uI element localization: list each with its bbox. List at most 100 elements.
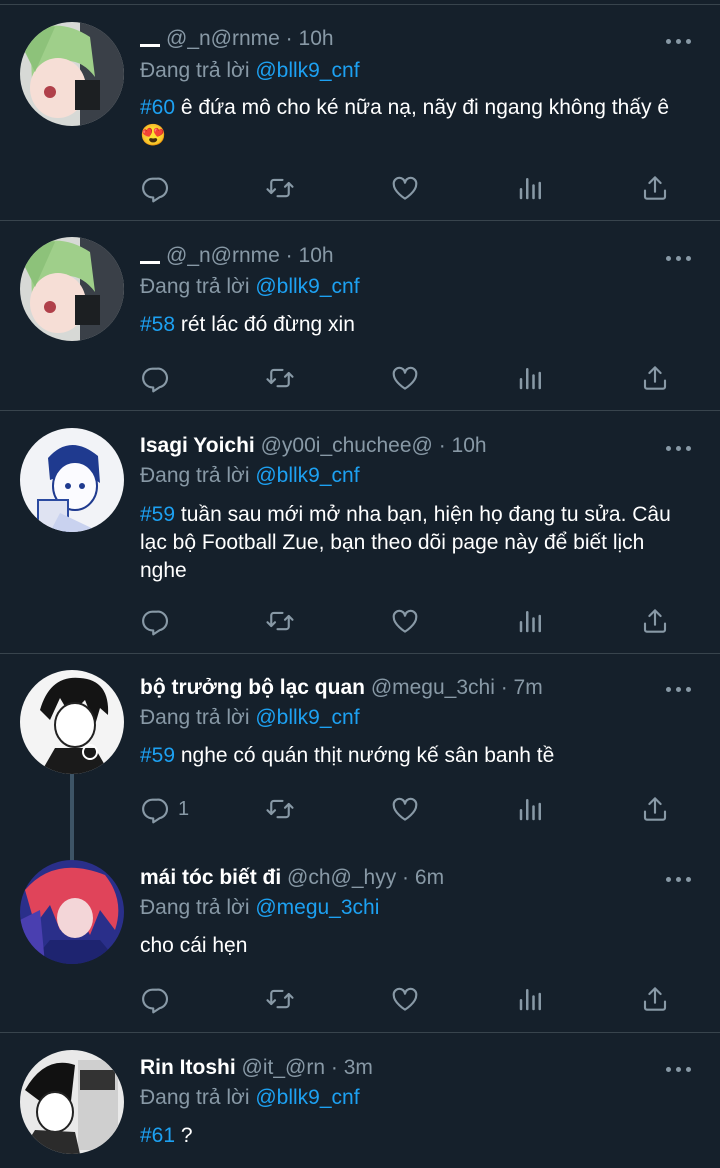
mention-link[interactable]: @bllk9_cnf (255, 275, 359, 298)
hashtag-link[interactable]: #61 (140, 1124, 175, 1147)
display-name[interactable]: Isagi Yoichi (140, 434, 255, 457)
tweet[interactable]: Isagi Yoichi @y00i_chuchee@ · 10h Đang t… (0, 411, 720, 654)
analytics-button[interactable] (516, 601, 546, 641)
reply-button[interactable] (140, 168, 178, 208)
retweet-button[interactable] (265, 979, 295, 1019)
retweet-icon (265, 363, 295, 393)
like-button[interactable] (390, 979, 420, 1019)
retweet-button[interactable] (265, 601, 295, 641)
tweet-body: nghe có quán thịt nướng kế sân banh tề (175, 744, 555, 767)
reply-context: Đang trả lời @bllk9_cnf (140, 273, 360, 301)
analytics-button[interactable] (516, 168, 546, 208)
more-icon[interactable] (666, 684, 692, 694)
analytics-icon (516, 606, 546, 636)
like-icon (390, 606, 420, 636)
hashtag-link[interactable]: #58 (140, 313, 175, 336)
like-button[interactable] (390, 789, 420, 829)
mention-link[interactable]: @bllk9_cnf (255, 59, 359, 82)
avatar[interactable] (20, 22, 124, 126)
share-button[interactable] (640, 168, 670, 208)
replying-to-label: Đang trả lời (140, 275, 250, 298)
hashtag-link[interactable]: #60 (140, 96, 175, 119)
tweet[interactable]: Rin Itoshi @it_@rn · 3m Đang trả lời @bl… (0, 1033, 720, 1168)
retweet-button[interactable] (265, 789, 295, 829)
analytics-icon (516, 984, 546, 1014)
share-button[interactable] (640, 601, 670, 641)
timestamp[interactable]: 6m (415, 866, 444, 889)
hashtag-link[interactable]: #59 (140, 503, 175, 526)
display-name[interactable]: bộ trưởng bộ lạc quan (140, 676, 365, 699)
reply-button[interactable] (140, 601, 178, 641)
reply-icon (140, 606, 170, 636)
mention-link[interactable]: @bllk9_cnf (255, 1086, 359, 1109)
share-button[interactable] (640, 358, 670, 398)
reply-context: Đang trả lời @bllk9_cnf (140, 462, 360, 490)
analytics-button[interactable] (516, 358, 546, 398)
user-handle[interactable]: @y00i_chuchee@ (261, 434, 433, 457)
reply-button[interactable] (140, 358, 178, 398)
replying-to-label: Đang trả lời (140, 1086, 250, 1109)
analytics-button[interactable] (516, 979, 546, 1019)
more-icon[interactable] (666, 253, 692, 263)
avatar[interactable] (20, 237, 124, 341)
avatar[interactable] (20, 1050, 124, 1154)
mention-link[interactable]: @megu_3chi (255, 896, 379, 919)
tweet-body: rét lác đó đừng xin (175, 313, 355, 336)
tweet-text: #60 ê đứa mô cho ké nữa nạ, nãy đi ngang… (140, 94, 685, 150)
tweet[interactable]: mái tóc biết đi @ch@_hyy · 6m Đang trả l… (0, 844, 720, 1033)
mention-link[interactable]: @bllk9_cnf (255, 706, 359, 729)
avatar[interactable] (20, 670, 124, 774)
more-icon[interactable] (666, 1064, 692, 1074)
more-icon[interactable] (666, 36, 692, 46)
timestamp[interactable]: 7m (514, 676, 543, 699)
more-icon[interactable] (666, 443, 692, 453)
analytics-icon (516, 794, 546, 824)
reply-icon (140, 794, 170, 824)
user-handle[interactable]: @megu_3chi (371, 676, 495, 699)
more-icon[interactable] (666, 874, 692, 884)
like-button[interactable] (390, 358, 420, 398)
like-button[interactable] (390, 168, 420, 208)
separator-dot: · (325, 1056, 344, 1079)
reply-button[interactable] (140, 979, 178, 1019)
reply-context: Đang trả lời @megu_3chi (140, 894, 379, 922)
user-handle[interactable]: @ch@_hyy (287, 866, 396, 889)
like-button[interactable] (390, 601, 420, 641)
retweet-icon (265, 173, 295, 203)
avatar[interactable] (20, 428, 124, 532)
retweet-button[interactable] (265, 168, 295, 208)
share-button[interactable] (640, 789, 670, 829)
tweet[interactable]: bộ trưởng bộ lạc quan @megu_3chi · 7m Đa… (0, 654, 720, 844)
tweet-text: #59 nghe có quán thịt nướng kế sân banh … (140, 742, 685, 770)
avatar[interactable] (20, 860, 124, 964)
retweet-button[interactable] (265, 358, 295, 398)
share-icon (640, 794, 670, 824)
like-icon (390, 173, 420, 203)
display-name[interactable]: Rin Itoshi (140, 1056, 236, 1079)
replying-to-label: Đang trả lời (140, 464, 250, 487)
mention-link[interactable]: @bllk9_cnf (255, 464, 359, 487)
analytics-button[interactable] (516, 789, 546, 829)
separator-dot: · (279, 27, 299, 50)
display-name[interactable]: mái tóc biết đi (140, 866, 281, 889)
reply-count: 1 (178, 797, 190, 820)
reply-button[interactable]: 1 (140, 789, 189, 829)
share-button[interactable] (640, 979, 670, 1019)
like-icon (390, 363, 420, 393)
timestamp[interactable]: 10h (299, 27, 334, 50)
timestamp[interactable]: 10h (452, 434, 487, 457)
timestamp[interactable]: 3m (344, 1056, 373, 1079)
reply-context: Đang trả lời @bllk9_cnf (140, 57, 360, 85)
timestamp[interactable]: 10h (299, 244, 334, 267)
user-handle[interactable]: @_n@rnme (166, 244, 280, 267)
share-icon (640, 173, 670, 203)
analytics-icon (516, 363, 546, 393)
share-icon (640, 363, 670, 393)
user-handle[interactable]: @_n@rnme (166, 27, 280, 50)
tweet[interactable]: @_n@rnme · 10h Đang trả lời @bllk9_cnf #… (0, 4, 720, 221)
tweet[interactable]: @_n@rnme · 10h Đang trả lời @bllk9_cnf #… (0, 221, 720, 411)
tweet-text: #59 tuần sau mới mở nha bạn, hiện họ đan… (140, 501, 685, 585)
hashtag-link[interactable]: #59 (140, 744, 175, 767)
reply-icon (140, 173, 170, 203)
user-handle[interactable]: @it_@rn (242, 1056, 326, 1079)
